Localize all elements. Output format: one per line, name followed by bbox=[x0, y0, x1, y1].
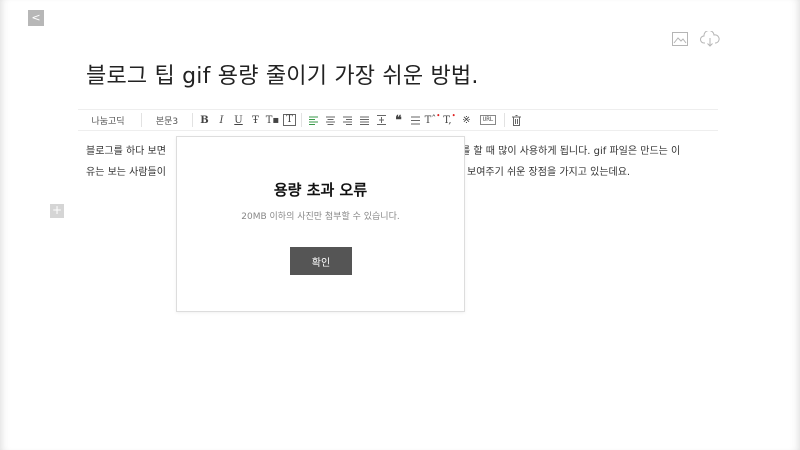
confirm-button[interactable]: 확인 bbox=[290, 247, 352, 275]
back-button[interactable]: < bbox=[28, 10, 44, 26]
text-background-glyph: T bbox=[283, 114, 296, 126]
align-justify-icon[interactable] bbox=[356, 110, 373, 130]
modal-title: 용량 초과 오류 bbox=[273, 181, 368, 199]
cloud-download-icon[interactable] bbox=[700, 30, 720, 48]
bold-button[interactable]: B bbox=[196, 110, 213, 130]
url-glyph: URL bbox=[479, 115, 497, 125]
editor-toolbar: 나눔고딕 본문3 B I U Ŧ T▪ T ❝ Tˆ • T, • ※ URL bbox=[78, 109, 718, 131]
toolbar-divider bbox=[141, 113, 142, 127]
trash-icon[interactable] bbox=[508, 110, 525, 130]
text-color-button[interactable]: T▪ bbox=[264, 110, 281, 130]
subscript-dot: • bbox=[451, 112, 456, 120]
paragraph-style-select[interactable]: 본문3 bbox=[145, 110, 189, 130]
underline-button[interactable]: U bbox=[230, 110, 247, 130]
subscript-button[interactable]: T, • bbox=[441, 110, 458, 130]
align-left-icon[interactable] bbox=[305, 110, 322, 130]
url-button[interactable]: URL bbox=[475, 110, 501, 130]
italic-button[interactable]: I bbox=[213, 110, 230, 130]
special-character-button[interactable]: ※ bbox=[458, 110, 475, 130]
body-line-2-left: 유는 보는 사람들이 bbox=[86, 167, 166, 178]
post-title[interactable]: 블로그 팁 gif 용량 줄이기 가장 쉬운 방법. bbox=[86, 58, 479, 90]
text-background-button[interactable]: T bbox=[281, 110, 298, 130]
body-line-1-right: 를 할 때 많이 사용하게 됩니다. gif 파일은 만드는 이 bbox=[461, 146, 681, 157]
top-icon-group bbox=[670, 30, 720, 48]
superscript-glyph: Tˆ bbox=[424, 114, 437, 126]
subscript-glyph: T, bbox=[443, 114, 452, 126]
body-line-1-left: 블로그를 하다 보면 bbox=[86, 146, 166, 157]
align-right-icon[interactable] bbox=[339, 110, 356, 130]
line-height-icon[interactable] bbox=[407, 110, 424, 130]
body-line-2-right: 보여주기 쉬운 장점을 가지고 있는데요. bbox=[467, 167, 631, 178]
toolbar-divider bbox=[504, 113, 505, 127]
superscript-dot: • bbox=[436, 112, 441, 120]
line-spacing-icon[interactable] bbox=[373, 110, 390, 130]
modal-message: 20MB 이하의 사진만 첨부할 수 있습니다. bbox=[241, 212, 400, 222]
add-component-button[interactable]: + bbox=[50, 204, 64, 218]
error-modal: 용량 초과 오류 20MB 이하의 사진만 첨부할 수 있습니다. 확인 bbox=[176, 136, 465, 312]
image-icon[interactable] bbox=[670, 30, 690, 48]
superscript-button[interactable]: Tˆ • bbox=[424, 110, 441, 130]
toolbar-divider bbox=[192, 113, 193, 127]
font-family-select[interactable]: 나눔고딕 bbox=[78, 110, 138, 130]
align-center-icon[interactable] bbox=[322, 110, 339, 130]
toolbar-divider bbox=[301, 113, 302, 127]
strikethrough-button[interactable]: Ŧ bbox=[247, 110, 264, 130]
quote-button[interactable]: ❝ bbox=[390, 110, 407, 130]
